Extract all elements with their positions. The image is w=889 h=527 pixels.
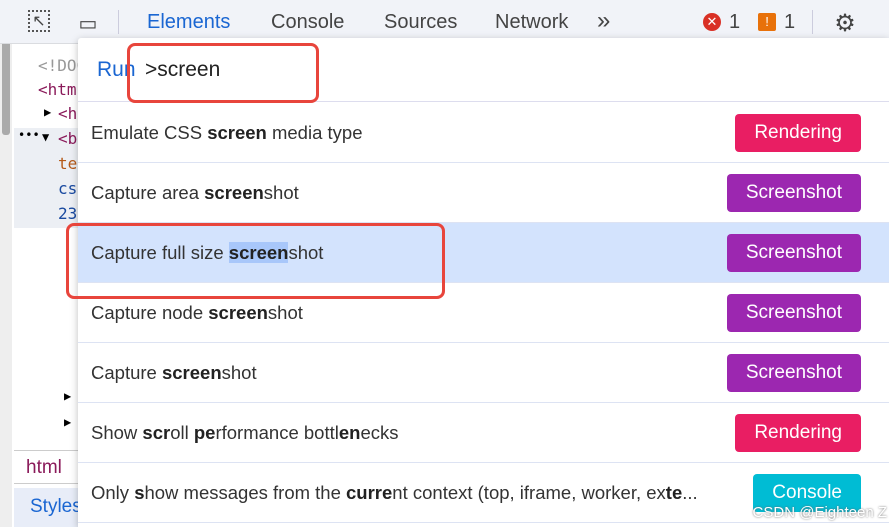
scrollbar[interactable]: [0, 0, 12, 527]
category-badge: Rendering: [735, 114, 861, 152]
match-highlight: s: [134, 482, 145, 503]
command-label: Only show messages from the current cont…: [91, 482, 698, 504]
tree-attr: cs: [58, 179, 78, 198]
tab-console[interactable]: Console: [271, 11, 344, 34]
tab-styles[interactable]: Styles: [14, 488, 84, 527]
settings-gear-icon[interactable]: ⚙: [832, 10, 858, 37]
tab-sources[interactable]: Sources: [384, 11, 457, 34]
label-text: shot: [221, 362, 257, 383]
expand-arrow-icon[interactable]: ▶: [64, 415, 71, 429]
match-highlight: pe: [193, 422, 216, 443]
tab-network[interactable]: Network: [495, 11, 568, 34]
label-text: ecks: [360, 422, 399, 443]
command-item[interactable]: Emulate CSS screen media type Rendering: [78, 103, 889, 163]
label-text: Only: [91, 482, 135, 503]
match-highlight: screen: [204, 182, 264, 203]
label-text: rformance bottl: [215, 422, 339, 443]
error-icon[interactable]: ✕: [703, 13, 721, 31]
warning-icon[interactable]: !: [758, 13, 776, 31]
match-highlight: screen: [161, 362, 222, 383]
inspect-element-icon[interactable]: ↖: [28, 10, 50, 32]
command-label: Capture node screenshot: [91, 302, 303, 324]
command-item[interactable]: Capture area screenshot Screenshot: [78, 163, 889, 223]
label-text: oll: [170, 422, 194, 443]
label-text: media type: [266, 122, 363, 143]
tree-node[interactable]: <htm: [38, 80, 77, 99]
label-text: Capture node: [91, 302, 209, 323]
more-tabs-button[interactable]: »: [597, 7, 610, 35]
device-toolbar-icon[interactable]: ▭: [75, 10, 101, 36]
label-text: shot: [267, 302, 303, 323]
label-text: shot: [263, 182, 299, 203]
tree-attr: 23: [58, 204, 78, 223]
label-text: Show: [91, 422, 143, 443]
category-badge: Screenshot: [726, 174, 861, 212]
annotation-box: [66, 223, 445, 299]
label-text: how messages from the: [144, 482, 347, 503]
divider: [118, 10, 119, 34]
match-highlight: screen: [208, 302, 268, 323]
category-badge: Screenshot: [726, 354, 861, 392]
divider: [812, 10, 813, 34]
match-highlight: te: [665, 482, 683, 503]
command-label: Capture area screenshot: [91, 182, 299, 204]
label-text: ...: [682, 482, 698, 503]
collapse-arrow-icon[interactable]: ▼: [42, 130, 49, 144]
match-highlight: en: [338, 422, 361, 443]
breadcrumb[interactable]: html: [14, 450, 84, 484]
tree-node[interactable]: <b: [58, 129, 77, 148]
label-text: Capture area: [91, 182, 205, 203]
more-actions-icon[interactable]: •••: [18, 128, 40, 142]
tree-node[interactable]: <h: [58, 104, 77, 123]
category-badge: Screenshot: [726, 234, 861, 272]
category-badge: Screenshot: [726, 294, 861, 332]
match-highlight: screen: [207, 122, 267, 143]
expand-arrow-icon[interactable]: ▶: [64, 389, 71, 403]
label-text: nt context (top, iframe, worker, ex: [392, 482, 666, 503]
warning-count[interactable]: 1: [784, 11, 795, 34]
watermark: CSDN @Eighteen Z: [752, 504, 887, 521]
command-item[interactable]: Show scroll performance bottlenecks Rende…: [78, 403, 889, 463]
command-item[interactable]: Capture screenshot Screenshot: [78, 343, 889, 403]
command-label: Emulate CSS screen media type: [91, 122, 362, 144]
command-label: Capture screenshot: [91, 362, 257, 384]
label-text: Emulate CSS: [91, 122, 208, 143]
error-count[interactable]: 1: [729, 11, 740, 34]
expand-arrow-icon[interactable]: ▶: [44, 105, 51, 119]
annotation-box: [127, 43, 319, 103]
tree-attr: te: [58, 154, 78, 173]
match-highlight: scr: [142, 422, 171, 443]
tab-elements[interactable]: Elements: [147, 11, 230, 34]
match-highlight: curre: [346, 482, 393, 503]
command-label: Show scroll performance bottlenecks: [91, 422, 398, 444]
label-text: Capture: [91, 362, 162, 383]
category-badge: Rendering: [735, 414, 861, 452]
